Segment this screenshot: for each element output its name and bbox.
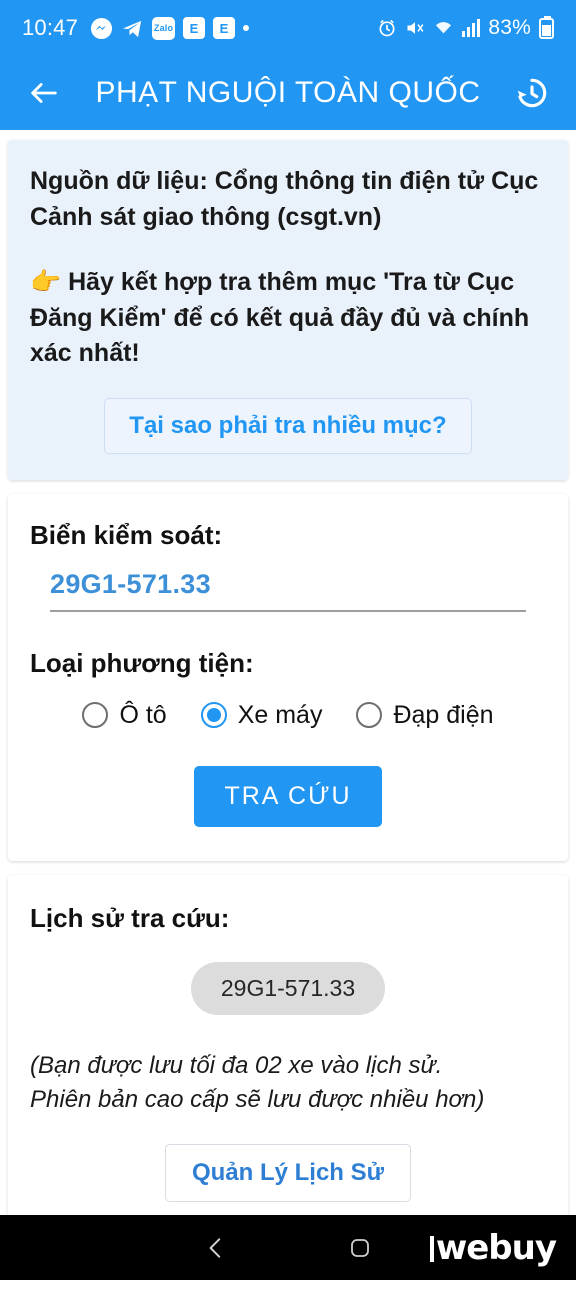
page-content: Nguồn dữ liệu: Cổng thông tin điện tử Cụ… — [0, 140, 576, 1290]
manage-history-button-wrapper: Quản Lý Lịch Sử — [30, 1144, 546, 1203]
email-icon: E — [213, 17, 236, 39]
alarm-icon — [377, 18, 397, 38]
vehicle-type-label: Loại phương tiện: — [30, 647, 254, 678]
radio-label-car: Ô tô — [119, 700, 167, 729]
battery-percent-label: 83% — [488, 16, 531, 39]
advice-text: Hãy kết hợp tra thêm mục 'Tra từ Cục Đăn… — [30, 268, 530, 367]
history-card: Lịch sử tra cứu: 29G1-571.33 (Bạn được l… — [8, 874, 568, 1233]
battery-icon — [539, 15, 554, 39]
dot-icon — [243, 25, 250, 31]
status-bar-left: 10:47 Zalo E E — [22, 15, 250, 41]
wifi-icon — [433, 18, 454, 38]
radio-circle-icon — [82, 702, 109, 728]
radio-circle-icon — [356, 702, 383, 728]
email-icon: E — [183, 17, 206, 39]
advice-text-row: 👉 Hãy kết hợp tra thêm mục 'Tra từ Cục Đ… — [30, 265, 546, 372]
plate-label: Biển kiểm soát: — [30, 519, 223, 550]
watermark-tick-icon — [429, 1235, 434, 1262]
watermark-text: webuy — [435, 1227, 557, 1268]
history-chip[interactable]: 29G1-571.33 — [190, 961, 386, 1015]
mute-icon — [405, 18, 425, 38]
lookup-submit-button[interactable]: TRA CỨU — [194, 765, 382, 827]
radio-option-car[interactable]: Ô tô — [82, 700, 167, 730]
telegram-icon — [121, 17, 144, 40]
page-title: PHẠT NGUỘI TOÀN QUỐC — [95, 76, 481, 109]
radio-option-motorbike[interactable]: Xe máy — [200, 700, 323, 730]
history-chip-list: 29G1-571.33 — [30, 961, 546, 1015]
vehicle-type-radio-group: Ô tô Xe máy Đạp điện — [30, 701, 546, 730]
plate-input-value: 29G1-571.33 — [50, 568, 211, 599]
info-card: Nguồn dữ liệu: Cổng thông tin điện tử Cụ… — [8, 140, 568, 480]
lookup-form-card: Biển kiểm soát: 29G1-571.33 Loại phương … — [8, 493, 568, 861]
history-title: Lịch sử tra cứu: — [30, 902, 230, 933]
nav-back-icon[interactable] — [144, 1235, 288, 1261]
app-bar: PHẠT NGUỘI TOÀN QUỐC — [0, 56, 576, 130]
history-clock-icon[interactable] — [510, 71, 554, 115]
why-multiple-lookups-button[interactable]: Tại sao phải tra nhiều mục? — [104, 397, 472, 454]
manage-history-button[interactable]: Quản Lý Lịch Sử — [164, 1144, 412, 1203]
status-bar: 10:47 Zalo E E 83% — [0, 0, 576, 56]
nav-home-icon[interactable] — [288, 1236, 432, 1260]
radio-label-ebike: Đạp điện — [393, 700, 494, 729]
messenger-icon — [90, 17, 113, 40]
why-button-wrapper: Tại sao phải tra nhiều mục? — [30, 397, 546, 454]
history-note-line-1: (Bạn được lưu tối đa 02 xe vào lịch sử. — [30, 1051, 443, 1079]
radio-label-motorbike: Xe máy — [237, 700, 323, 729]
system-navigation-bar: webuy — [0, 1215, 576, 1280]
history-note: (Bạn được lưu tối đa 02 xe vào lịch sử. … — [30, 1049, 546, 1119]
signal-icon — [462, 19, 481, 37]
radio-option-ebike[interactable]: Đạp điện — [356, 700, 494, 730]
plate-input[interactable]: 29G1-571.33 — [50, 569, 526, 612]
status-bar-right: 83% — [377, 15, 554, 40]
radio-circle-selected-icon — [200, 702, 227, 728]
submit-button-wrapper: TRA CỨU — [30, 765, 546, 827]
history-note-line-2: Phiên bản cao cấp sẽ lưu được nhiều hơn) — [30, 1086, 485, 1114]
back-arrow-icon[interactable] — [22, 71, 66, 115]
status-bar-clock: 10:47 — [22, 15, 79, 40]
pointing-hand-icon: 👉 — [30, 268, 62, 296]
data-source-text: Nguồn dữ liệu: Cổng thông tin điện tử Cụ… — [30, 167, 539, 231]
webuy-watermark: webuy — [429, 1227, 557, 1268]
zalo-icon: Zalo — [152, 16, 176, 40]
